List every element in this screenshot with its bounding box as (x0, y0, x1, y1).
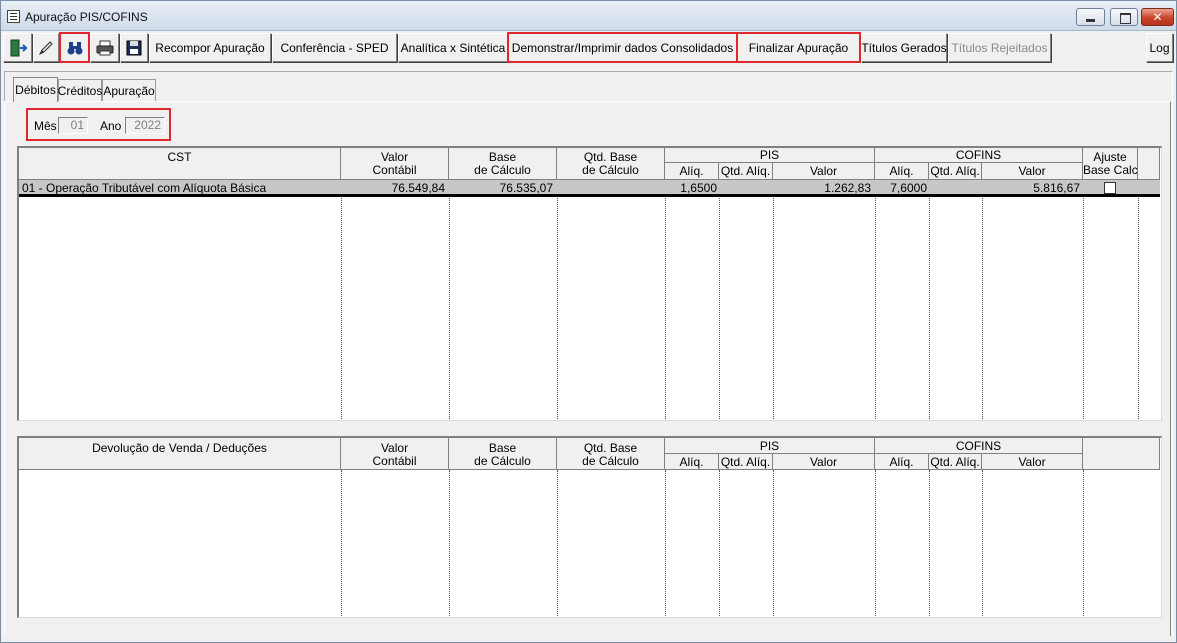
grid-divider (875, 198, 876, 419)
cell-base-calculo: 76.535,07 (499, 181, 553, 195)
main-window: Apuração PIS/COFINS ✕ Recompor Apuração … (0, 0, 1177, 643)
col-valor-contabil[interactable]: Valor Contábil (341, 438, 449, 470)
deductions-grid[interactable]: Devolução de Venda / Deduções Valor Cont… (17, 436, 1162, 618)
debits-grid[interactable]: CST Valor Contábil Base de Cálculo Qtd. … (17, 146, 1162, 421)
maximize-button[interactable] (1110, 8, 1138, 26)
col-cst[interactable]: CST (19, 148, 341, 180)
search-button[interactable] (59, 32, 90, 63)
col-pis-valor[interactable]: Valor (773, 454, 875, 470)
month-label: Mês (34, 119, 57, 133)
col-cofins-qtd-aliq[interactable]: Qtd. Alíq. (929, 454, 982, 470)
year-label: Ano (100, 119, 122, 133)
col-pis-valor[interactable]: Valor (773, 163, 875, 180)
col-filler (1083, 438, 1160, 470)
grid-divider (1083, 470, 1084, 616)
col-group-cofins: COFINS (875, 438, 1083, 454)
grid-divider (929, 470, 930, 616)
toolbar: Recompor Apuração Conferência - SPED Ana… (1, 32, 1176, 63)
grid-divider (929, 198, 930, 419)
grid-divider (719, 470, 720, 616)
grid-divider (773, 470, 774, 616)
grid-divider (341, 470, 342, 616)
edit-button[interactable] (33, 33, 59, 62)
col-group-pis: PIS (665, 438, 875, 454)
col-base-calculo[interactable]: Base de Cálculo (449, 438, 557, 470)
grid-divider (1083, 198, 1084, 419)
status-strip (1, 636, 1176, 642)
title-bar: Apuração PIS/COFINS (1, 1, 1176, 31)
cell-valor-contabil: 76.549,84 (391, 181, 445, 195)
col-qtd-base[interactable]: Qtd. Base de Cálculo (557, 438, 665, 470)
col-pis-qtd-aliq[interactable]: Qtd. Alíq. (719, 454, 773, 470)
grid-divider (665, 198, 666, 419)
close-button[interactable] (1141, 8, 1174, 26)
col-valor-contabil[interactable]: Valor Contábil (341, 148, 449, 180)
col-pis-aliq[interactable]: Alíq. (665, 163, 719, 180)
minimize-button[interactable] (1076, 8, 1105, 26)
col-filler (1138, 148, 1160, 180)
cell-cofins-valor: 5.816,67 (1033, 181, 1080, 195)
window-title: Apuração PIS/COFINS (25, 10, 148, 24)
col-ajuste-base[interactable]: Ajuste Base Calc. (1083, 148, 1141, 180)
col-cofins-valor[interactable]: Valor (982, 454, 1083, 470)
log-button[interactable]: Log (1146, 33, 1173, 62)
year-field[interactable]: 2022 (125, 117, 165, 134)
save-icon (126, 40, 142, 55)
window-menu-icon[interactable] (7, 10, 20, 23)
col-cofins-valor[interactable]: Valor (982, 163, 1083, 180)
finalizar-apuracao-button[interactable]: Finalizar Apuração (736, 32, 861, 63)
tab-creditos[interactable]: Créditos (58, 79, 102, 101)
print-icon (96, 40, 113, 55)
month-field[interactable]: 01 (58, 117, 88, 134)
cell-pis-valor: 1.262,83 (824, 181, 871, 195)
grid-divider (719, 198, 720, 419)
col-base-calculo[interactable]: Base de Cálculo (449, 148, 557, 180)
grid-divider (875, 470, 876, 616)
col-devolucao[interactable]: Devolução de Venda / Deduções (19, 438, 341, 470)
col-pis-aliq[interactable]: Alíq. (665, 454, 719, 470)
col-cofins-aliq[interactable]: Alíq. (875, 454, 929, 470)
col-group-pis: PIS (665, 148, 875, 163)
col-cofins-qtd-aliq[interactable]: Qtd. Alíq. (929, 163, 982, 180)
grid-divider (449, 198, 450, 419)
grid-divider (982, 470, 983, 616)
titulos-rejeitados-button[interactable]: Títulos Rejeitados (948, 33, 1051, 62)
cell-pis-aliq: 1,6500 (680, 181, 717, 195)
grid-divider (449, 470, 450, 616)
analitica-sintetica-button[interactable]: Analítica x Sintética (398, 33, 508, 62)
save-button[interactable] (120, 33, 148, 62)
titulos-gerados-button[interactable]: Títulos Gerados (861, 33, 947, 62)
table-row[interactable]: 01 - Operação Tributável com Alíquota Bá… (19, 180, 1160, 197)
cell-cst: 01 - Operação Tributável com Alíquota Bá… (22, 181, 267, 195)
ajuste-base-checkbox[interactable] (1104, 182, 1116, 194)
col-pis-qtd-aliq[interactable]: Qtd. Alíq. (719, 163, 773, 180)
period-selector: Mês 01 Ano 2022 (26, 108, 171, 141)
edit-icon (38, 40, 53, 55)
grid-divider (1138, 198, 1139, 419)
search-binoculars-icon (67, 41, 82, 54)
grid-divider (982, 198, 983, 419)
tab-debitos[interactable]: Débitos (13, 77, 58, 102)
col-cofins-aliq[interactable]: Alíq. (875, 163, 929, 180)
tab-apuracao[interactable]: Apuração (102, 79, 156, 101)
grid-divider (773, 198, 774, 419)
exit-button[interactable] (3, 33, 32, 62)
col-group-cofins: COFINS (875, 148, 1083, 163)
col-qtd-base[interactable]: Qtd. Base de Cálculo (557, 148, 665, 180)
grid-divider (341, 198, 342, 419)
grid-divider (557, 198, 558, 419)
exit-icon (10, 39, 27, 56)
cell-cofins-aliq: 7,6000 (890, 181, 927, 195)
grid-divider (557, 470, 558, 616)
demonstrar-imprimir-button[interactable]: Demonstrar/Imprimir dados Consolidados (507, 32, 738, 63)
recompor-apuracao-button[interactable]: Recompor Apuração (149, 33, 271, 62)
grid-divider (665, 470, 666, 616)
conferencia-sped-button[interactable]: Conferência - SPED (272, 33, 397, 62)
print-button[interactable] (90, 33, 119, 62)
